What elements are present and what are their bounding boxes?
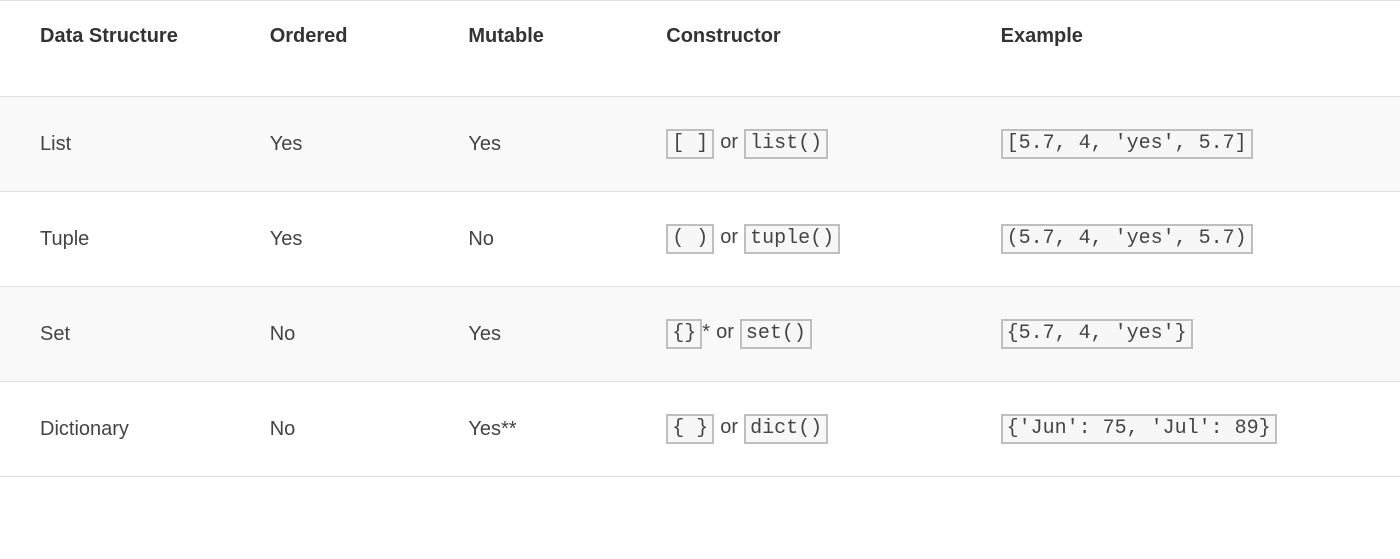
header-constructor: Constructor [626, 1, 960, 97]
cell-ordered: Yes [230, 97, 429, 192]
header-mutable: Mutable [428, 1, 626, 97]
or-text: or [716, 321, 734, 343]
table-header-row: Data Structure Ordered Mutable Construct… [0, 1, 1400, 97]
cell-mutable: Yes [428, 287, 626, 382]
data-structures-table: Data Structure Ordered Mutable Construct… [0, 0, 1400, 477]
cell-structure: List [0, 97, 230, 192]
header-ordered: Ordered [230, 1, 429, 97]
cell-mutable: No [428, 192, 626, 287]
example-code: [5.7, 4, 'yes', 5.7] [1001, 129, 1253, 159]
constructor-literal: {} [666, 319, 702, 349]
cell-constructor: ( ) or tuple() [626, 192, 960, 287]
or-text: or [720, 131, 738, 153]
constructor-suffix: * [702, 321, 710, 343]
cell-constructor: { } or dict() [626, 382, 960, 477]
constructor-func: tuple() [744, 224, 840, 254]
constructor-func: list() [744, 129, 828, 159]
cell-ordered: No [230, 287, 429, 382]
cell-constructor: [ ] or list() [626, 97, 960, 192]
cell-mutable: Yes [428, 97, 626, 192]
table-row: Set No Yes {}* or set() {5.7, 4, 'yes'} [0, 287, 1400, 382]
constructor-func: set() [740, 319, 812, 349]
header-structure: Data Structure [0, 1, 230, 97]
cell-example: [5.7, 4, 'yes', 5.7] [961, 97, 1400, 192]
example-code: {'Jun': 75, 'Jul': 89} [1001, 414, 1277, 444]
cell-ordered: Yes [230, 192, 429, 287]
or-text: or [720, 226, 738, 248]
constructor-literal: [ ] [666, 129, 714, 159]
cell-ordered: No [230, 382, 429, 477]
example-code: {5.7, 4, 'yes'} [1001, 319, 1193, 349]
cell-structure: Tuple [0, 192, 230, 287]
constructor-literal: { } [666, 414, 714, 444]
example-code: (5.7, 4, 'yes', 5.7) [1001, 224, 1253, 254]
header-example: Example [961, 1, 1400, 97]
cell-structure: Dictionary [0, 382, 230, 477]
table-row: List Yes Yes [ ] or list() [5.7, 4, 'yes',… [0, 97, 1400, 192]
cell-mutable: Yes** [428, 382, 626, 477]
constructor-literal: ( ) [666, 224, 714, 254]
table-row: Dictionary No Yes** { } or dict() {'Jun': … [0, 382, 1400, 477]
cell-example: {5.7, 4, 'yes'} [961, 287, 1400, 382]
cell-example: (5.7, 4, 'yes', 5.7) [961, 192, 1400, 287]
cell-constructor: {}* or set() [626, 287, 960, 382]
or-text: or [720, 416, 738, 438]
cell-example: {'Jun': 75, 'Jul': 89} [961, 382, 1400, 477]
table-row: Tuple Yes No ( ) or tuple() (5.7, 4, 'yes'… [0, 192, 1400, 287]
cell-structure: Set [0, 287, 230, 382]
constructor-func: dict() [744, 414, 828, 444]
